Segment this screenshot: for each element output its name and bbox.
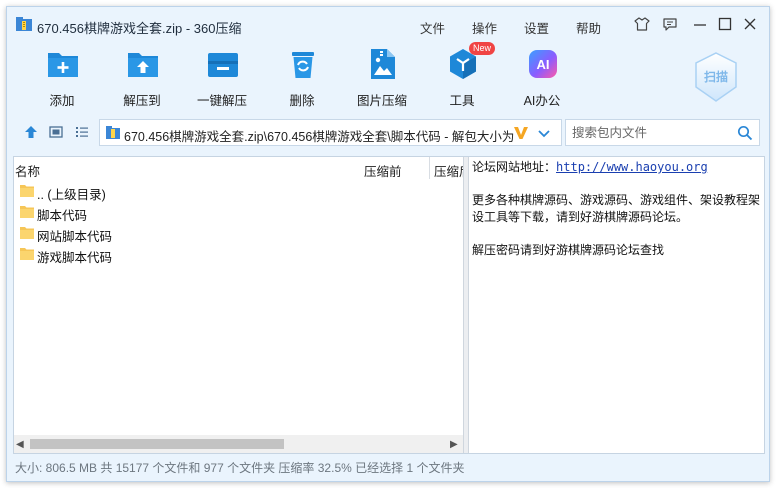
vip-badge-text: V bbox=[513, 124, 514, 125]
scroll-thumb[interactable] bbox=[30, 439, 284, 449]
delete-label: 删除 bbox=[289, 94, 315, 108]
horizontal-scrollbar[interactable]: ◀ ▶ bbox=[14, 435, 463, 453]
pane-splitter[interactable] bbox=[463, 157, 469, 453]
list-item[interactable]: 游戏脚本代码 bbox=[14, 244, 454, 265]
file-name: 游戏脚本代码 bbox=[37, 251, 113, 265]
one-click-extract-button[interactable]: 一键解压 bbox=[182, 47, 262, 108]
skin-icon[interactable] bbox=[634, 16, 650, 32]
search-input[interactable] bbox=[566, 120, 731, 145]
column-original-size[interactable]: 压缩前 bbox=[364, 161, 402, 180]
archive-box-icon bbox=[208, 53, 238, 77]
scan-button[interactable]: 扫描 bbox=[692, 51, 740, 103]
file-name: 脚本代码 bbox=[37, 209, 88, 223]
extract-to-label: 解压到 bbox=[123, 94, 161, 108]
close-icon[interactable] bbox=[742, 16, 758, 32]
folder-icon bbox=[20, 248, 34, 260]
comment-line-password: 解压密码请到好游棋牌源码论坛查找 bbox=[472, 242, 665, 257]
add-folder-icon bbox=[48, 53, 78, 77]
up-arrow-icon[interactable] bbox=[23, 124, 39, 140]
window-title: 670.456棋牌游戏全套.zip - 360压缩 bbox=[37, 21, 242, 36]
menu-operation[interactable]: 操作 bbox=[472, 18, 497, 37]
feedback-icon[interactable] bbox=[662, 16, 678, 32]
search-box bbox=[565, 119, 760, 146]
folder-icon bbox=[20, 185, 34, 197]
menu-help[interactable]: 帮助 bbox=[576, 18, 601, 37]
delete-button[interactable]: 删除 bbox=[262, 47, 342, 108]
status-bar: 大小: 806.5 MB 共 15177 个文件和 977 个文件夹 压缩率 3… bbox=[15, 461, 465, 475]
list-item[interactable]: .. (上级目录) bbox=[14, 181, 454, 202]
extract-to-button[interactable]: 解压到 bbox=[102, 47, 182, 108]
file-name: 网站脚本代码 bbox=[37, 230, 113, 244]
maximize-icon[interactable] bbox=[717, 16, 733, 32]
archive-comment: 论坛网站地址：http://www.haoyou.org 更多各种棋牌源码、游戏… bbox=[472, 159, 764, 258]
menu-settings[interactable]: 设置 bbox=[524, 18, 549, 37]
ai-office-label: AI办公 bbox=[523, 94, 561, 108]
extract-folder-icon bbox=[128, 53, 158, 77]
folder-icon bbox=[20, 227, 34, 239]
title-bar: 670.456棋牌游戏全套.zip - 360压缩 文件 操作 设置 帮助 bbox=[7, 7, 769, 37]
vip-badge-icon[interactable]: V bbox=[513, 124, 529, 141]
scan-label: 扫描 bbox=[704, 69, 728, 84]
list-view-icon[interactable] bbox=[74, 124, 90, 140]
tools-button[interactable]: New 工具 bbox=[422, 42, 502, 108]
column-separator[interactable] bbox=[429, 157, 430, 179]
new-badge: New bbox=[469, 42, 496, 55]
app-window: 670.456棋牌游戏全套.zip - 360压缩 文件 操作 设置 帮助 添加… bbox=[6, 6, 770, 482]
ai-icon: AI bbox=[529, 50, 557, 78]
comment-pane: 论坛网站地址：http://www.haoyou.org 更多各种棋牌源码、游戏… bbox=[471, 157, 764, 453]
thumbnail-view-icon[interactable] bbox=[48, 124, 64, 140]
comment-line-download: 更多各种棋牌源码、游戏源码、游戏组件、架设教程架设工具等下载，请到好游棋牌源码论… bbox=[472, 193, 761, 224]
menu-file[interactable]: 文件 bbox=[420, 18, 445, 37]
tools-label: 工具 bbox=[449, 94, 475, 108]
list-item[interactable]: 脚本代码 bbox=[14, 202, 454, 223]
add-label: 添加 bbox=[49, 94, 75, 108]
address-path: 670.456棋牌游戏全套.zip\670.456棋牌游戏全套\脚本代码 - 解… bbox=[124, 130, 514, 144]
image-compress-label: 图片压缩 bbox=[356, 94, 407, 108]
folder-icon bbox=[20, 206, 34, 218]
trash-icon bbox=[292, 52, 314, 78]
file-list-header: 名称 压缩前 压缩后 bbox=[14, 157, 463, 179]
content-area: 名称 压缩前 压缩后 .. (上级目录) 脚本代码 bbox=[13, 156, 765, 454]
list-item[interactable]: 网站脚本代码 bbox=[14, 223, 454, 244]
ai-office-button[interactable]: AI AI办公 bbox=[502, 47, 582, 108]
add-button[interactable]: 添加 bbox=[22, 47, 102, 108]
zip-file-icon bbox=[106, 126, 120, 139]
scroll-left-icon[interactable]: ◀ bbox=[16, 439, 24, 450]
zip-file-icon bbox=[16, 17, 32, 31]
forum-link[interactable]: http://www.haoyou.org bbox=[556, 160, 708, 174]
scan-shield-icon: 扫描 bbox=[695, 52, 737, 102]
search-icon[interactable] bbox=[737, 125, 753, 141]
one-click-extract-label: 一键解压 bbox=[196, 94, 247, 108]
file-name: .. (上级目录) bbox=[37, 188, 106, 202]
forum-label: 论坛网站地址： bbox=[472, 160, 557, 174]
address-bar[interactable]: 670.456棋牌游戏全套.zip\670.456棋牌游戏全套\脚本代码 - 解… bbox=[99, 119, 562, 146]
image-file-icon bbox=[371, 49, 395, 79]
image-compress-button[interactable]: 图片压缩 bbox=[342, 47, 422, 108]
minimize-icon[interactable] bbox=[692, 16, 708, 32]
column-compressed-size[interactable]: 压缩后 bbox=[434, 161, 463, 180]
column-name[interactable]: 名称 bbox=[15, 161, 40, 180]
chevron-down-icon[interactable] bbox=[538, 130, 550, 138]
file-list-pane: 名称 压缩前 压缩后 .. (上级目录) 脚本代码 bbox=[14, 157, 463, 453]
scroll-right-icon[interactable]: ▶ bbox=[450, 439, 458, 450]
ai-icon-text: AI bbox=[537, 57, 550, 72]
